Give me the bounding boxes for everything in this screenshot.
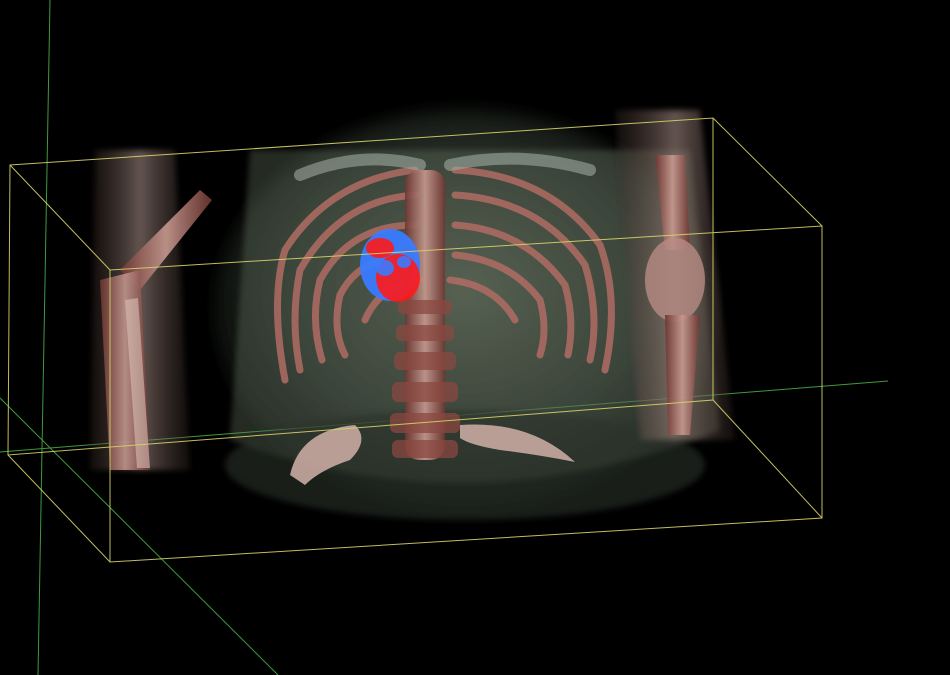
- volume-render-viewport[interactable]: [0, 0, 950, 675]
- volume-render-scene[interactable]: [0, 0, 950, 675]
- left-arm: [90, 150, 212, 470]
- vertical-axis-line: [37, 0, 51, 675]
